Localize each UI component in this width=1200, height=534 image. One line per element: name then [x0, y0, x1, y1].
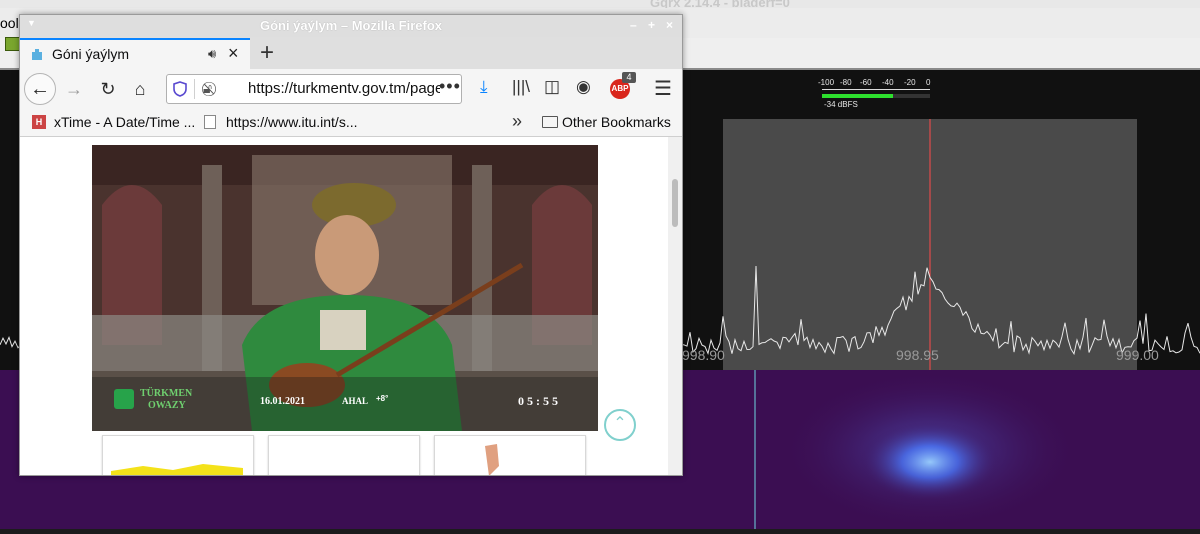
- folder-icon: [542, 116, 558, 128]
- chevron-right-icon[interactable]: »: [512, 111, 522, 132]
- window-title: Góni ýaýlym – Mozilla Firefox: [259, 18, 443, 33]
- scrollbar[interactable]: [668, 137, 682, 475]
- reload-button[interactable]: ↻: [96, 77, 120, 101]
- forward-button[interactable]: →: [62, 77, 86, 101]
- navigation-toolbar: ← → ↻ ⌂ 🔓︎⃠ https://turkmentv.gov.tm/pag…: [20, 69, 682, 109]
- page-actions-icon[interactable]: •••: [439, 76, 461, 97]
- meter-tick: -20: [904, 78, 916, 87]
- account-icon[interactable]: ◉: [576, 77, 591, 97]
- weather-region: AHAL: [342, 396, 369, 406]
- thumbnail-image: [111, 464, 243, 475]
- hamburger-menu-icon[interactable]: ☰: [654, 76, 672, 101]
- broadcast-clock: 05:55: [518, 394, 561, 408]
- url-text[interactable]: https://turkmentv.gov.tm/page: [248, 80, 440, 97]
- meter-tick: -40: [882, 78, 894, 87]
- thumbnail-card[interactable]: [434, 435, 586, 475]
- thumbnail-card[interactable]: [102, 435, 254, 475]
- meter-tick: -60: [860, 78, 872, 87]
- meter-level-bar: [822, 94, 893, 98]
- shield-icon[interactable]: [173, 81, 187, 97]
- meter-scale: [822, 89, 930, 90]
- channel-name: TÜRKMEN: [140, 388, 193, 399]
- tv-favicon-icon: [32, 49, 42, 60]
- xtime-favicon-icon: H: [32, 115, 46, 129]
- bookmark-xtime[interactable]: xTime - A Date/Time ...: [54, 114, 195, 130]
- window-titlebar[interactable]: ▼ Góni ýaýlym – Mozilla Firefox – + ×: [20, 15, 682, 38]
- gqrx-titlebar: Gqrx 2.14.4 - bladerf=0: [0, 0, 1200, 10]
- library-icon[interactable]: |||\: [512, 77, 530, 97]
- tab-title: Góni ýaýlym: [52, 46, 130, 62]
- meter-tick: -100: [818, 78, 835, 87]
- bookmarks-toolbar: H xTime - A Date/Time ... https://www.it…: [20, 109, 682, 137]
- frequency-label: 998.90: [682, 347, 725, 363]
- close-window-icon[interactable]: ×: [666, 18, 673, 32]
- broadcast-date: 16.01.2021: [260, 396, 305, 407]
- thumbnail-image: [485, 444, 499, 475]
- page-content: TÜRKMEN OWAZY 16.01.2021 AHAL +8° 05:55 …: [20, 137, 682, 475]
- gqrx-menu-item[interactable]: ool: [0, 15, 19, 31]
- waterfall-signal-core: [860, 422, 1000, 502]
- back-button[interactable]: ←: [24, 73, 56, 105]
- speaker-icon[interactable]: 🔊︎: [208, 46, 216, 62]
- close-icon[interactable]: ×: [228, 43, 239, 64]
- new-tab-button[interactable]: +: [260, 39, 274, 67]
- tab-bar: Góni ýaýlym 🔊︎ × +: [20, 37, 682, 69]
- frequency-label: 999.00: [1116, 347, 1159, 363]
- url-bar[interactable]: 🔓︎⃠ https://turkmentv.gov.tm/page •••: [166, 74, 462, 104]
- thumbnail-card[interactable]: [268, 435, 420, 475]
- scroll-to-top-button[interactable]: ⌃: [604, 409, 636, 441]
- meter-tick: -80: [840, 78, 852, 87]
- firefox-window: ▼ Góni ýaýlym – Mozilla Firefox – + × Gó…: [19, 14, 683, 476]
- meter-level-label: -34 dBFS: [824, 100, 858, 109]
- url-separator: [194, 79, 195, 99]
- scrollbar-thumb[interactable]: [672, 179, 678, 227]
- tab-goni-yaylym[interactable]: Góni ýaýlym 🔊︎ ×: [20, 38, 250, 69]
- maximize-icon[interactable]: +: [648, 18, 655, 32]
- channel-name: OWAZY: [148, 400, 186, 411]
- signal-meter: -100 -80 -60 -40 -20 0 -34 dBFS: [818, 78, 934, 110]
- lock-warning-icon[interactable]: 🔓︎⃠: [203, 80, 212, 97]
- frequency-label: 998.95: [896, 347, 939, 363]
- channel-logo: [114, 389, 134, 409]
- weather-temperature: +8°: [376, 394, 389, 403]
- download-icon[interactable]: ⤓: [480, 77, 488, 97]
- video-player[interactable]: TÜRKMEN OWAZY 16.01.2021 AHAL +8° 05:55: [92, 145, 598, 431]
- adblock-count-badge: 4: [622, 72, 636, 83]
- bookmark-itu[interactable]: https://www.itu.int/s...: [226, 114, 358, 130]
- meter-tick: 0: [926, 78, 931, 87]
- home-button[interactable]: ⌂: [128, 77, 152, 101]
- minimize-icon[interactable]: –: [630, 18, 637, 32]
- page-icon: [204, 115, 216, 129]
- sidebar-icon[interactable]: ◫: [544, 77, 560, 97]
- other-bookmarks[interactable]: Other Bookmarks: [562, 114, 671, 130]
